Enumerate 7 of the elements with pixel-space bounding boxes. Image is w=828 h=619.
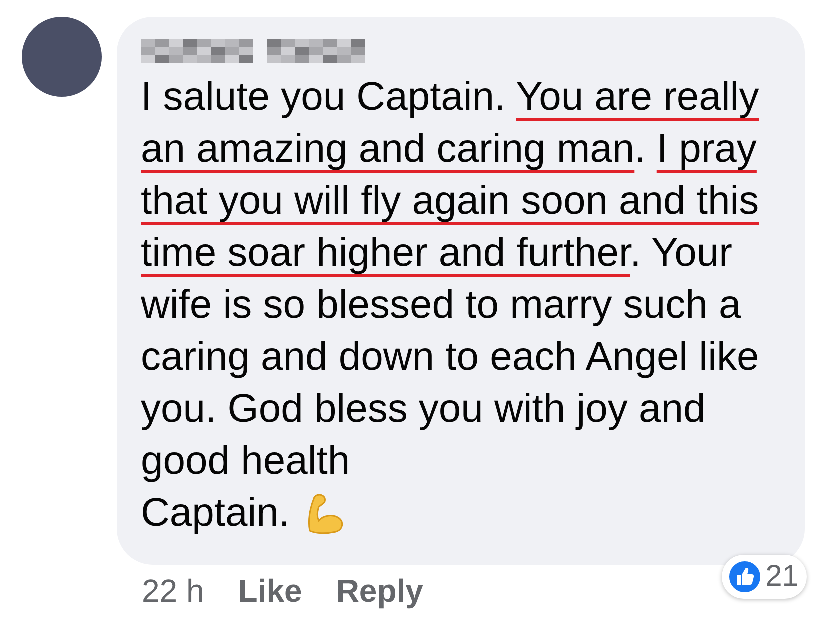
comment-text: Captain. [141,490,290,537]
comment-action-link[interactable]: Like [238,573,302,610]
comment-action-link[interactable]: Reply [336,573,424,610]
reaction-count[interactable]: 21 [722,555,807,599]
comment-time: 22 h [142,573,204,610]
thumbs-up-icon [728,560,762,594]
comment-text: I salute you Captain. You are really an amazing and caring man. I pray that you will fly again soon and this time soar higher and further. Your wife is so blessed to marry such a caring and down to each Angel like you. God bless you with joy and good health [141,74,760,485]
